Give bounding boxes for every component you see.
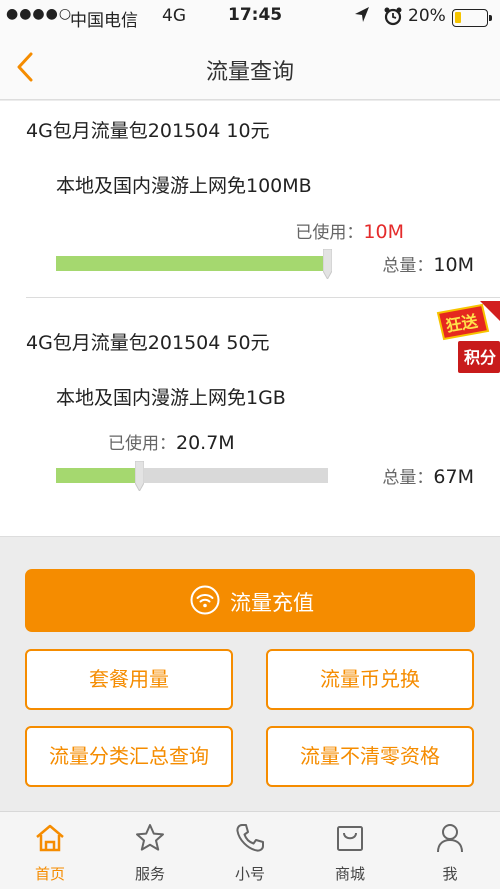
bottom-tab-bar: 首页 服务 小号 商城 我 bbox=[0, 811, 500, 889]
usage-progress-fill bbox=[56, 256, 328, 271]
used-amount: 已使用：10M bbox=[295, 218, 404, 243]
home-icon bbox=[36, 824, 64, 852]
usage-panel: 4G包月流量包201504 10元 本地及国内漫游上网免100MB 已使用：10… bbox=[0, 101, 500, 537]
clock: 17:45 bbox=[228, 5, 283, 25]
tab-label: 小号 bbox=[234, 865, 265, 883]
carrier-name: 中国电信 bbox=[70, 11, 138, 31]
usage-progress-bar bbox=[56, 256, 328, 271]
tab-label: 商城 bbox=[334, 865, 365, 883]
package-title: 4G包月流量包201504 10元 bbox=[26, 120, 270, 142]
recharge-label: 流量充值 bbox=[230, 591, 314, 615]
used-value: 10M bbox=[363, 221, 404, 243]
used-value: 20.7M bbox=[176, 432, 235, 454]
alarm-clock-icon bbox=[383, 6, 403, 31]
location-arrow-icon bbox=[354, 6, 370, 29]
total-value: 10M bbox=[433, 254, 474, 276]
tab-label: 服务 bbox=[134, 865, 165, 883]
page-title: 流量查询 bbox=[205, 60, 294, 85]
status-bar: ●●●●○ 中国电信 4G 17:45 20% bbox=[0, 0, 500, 36]
shop-bag-icon bbox=[337, 826, 363, 851]
network-type: 4G bbox=[162, 6, 186, 26]
used-label: 已使用： bbox=[108, 434, 176, 454]
usage-progress-bar bbox=[56, 468, 328, 483]
total-amount: 总量：10M bbox=[382, 251, 474, 276]
tab-label: 首页 bbox=[34, 865, 65, 883]
battery-level-fill bbox=[455, 12, 461, 23]
promo-badge-graphic: 狂送 积分 bbox=[436, 301, 500, 373]
usage-progress-fill bbox=[56, 468, 141, 483]
tab-mall[interactable]: 商城 bbox=[300, 812, 400, 889]
navigation-bar: 流量查询 bbox=[0, 36, 500, 100]
recharge-data-button[interactable]: 流量充值 bbox=[25, 569, 475, 632]
battery-percent: 20% bbox=[408, 6, 446, 26]
usage-marker bbox=[134, 460, 145, 493]
used-amount: 已使用：20.7M bbox=[108, 429, 235, 454]
phone-icon bbox=[236, 824, 264, 852]
promo-badge-line2: 积分 bbox=[464, 348, 496, 367]
total-label: 总量： bbox=[382, 256, 434, 276]
battery-tip bbox=[489, 15, 492, 21]
total-value: 67M bbox=[433, 466, 474, 488]
package-usage-button[interactable]: 套餐用量 bbox=[25, 649, 233, 710]
coin-exchange-button[interactable]: 流量币兑换 bbox=[266, 649, 474, 710]
divider bbox=[26, 297, 500, 298]
total-label: 总量： bbox=[382, 468, 434, 488]
usage-marker bbox=[322, 248, 333, 281]
star-icon bbox=[136, 824, 164, 851]
user-icon bbox=[437, 824, 463, 853]
used-label: 已使用： bbox=[295, 223, 364, 243]
tab-label: 我 bbox=[442, 865, 458, 883]
tab-me[interactable]: 我 bbox=[400, 812, 500, 889]
promo-points-badge[interactable]: 狂送 积分 bbox=[430, 301, 500, 381]
rollover-eligibility-button[interactable]: 流量不清零资格 bbox=[266, 726, 474, 787]
total-amount: 总量：67M bbox=[382, 463, 474, 488]
battery-icon bbox=[452, 9, 492, 27]
package-description: 本地及国内漫游上网免100MB bbox=[56, 175, 312, 197]
tab-sub-number[interactable]: 小号 bbox=[200, 812, 300, 889]
wifi-icon bbox=[190, 585, 220, 615]
package-description: 本地及国内漫游上网免1GB bbox=[56, 387, 286, 409]
category-summary-button[interactable]: 流量分类汇总查询 bbox=[25, 726, 233, 787]
package-title: 4G包月流量包201504 50元 bbox=[26, 332, 270, 354]
tab-home[interactable]: 首页 bbox=[0, 812, 100, 889]
tab-services[interactable]: 服务 bbox=[100, 812, 200, 889]
signal-strength: ●●●●○ bbox=[6, 6, 73, 22]
